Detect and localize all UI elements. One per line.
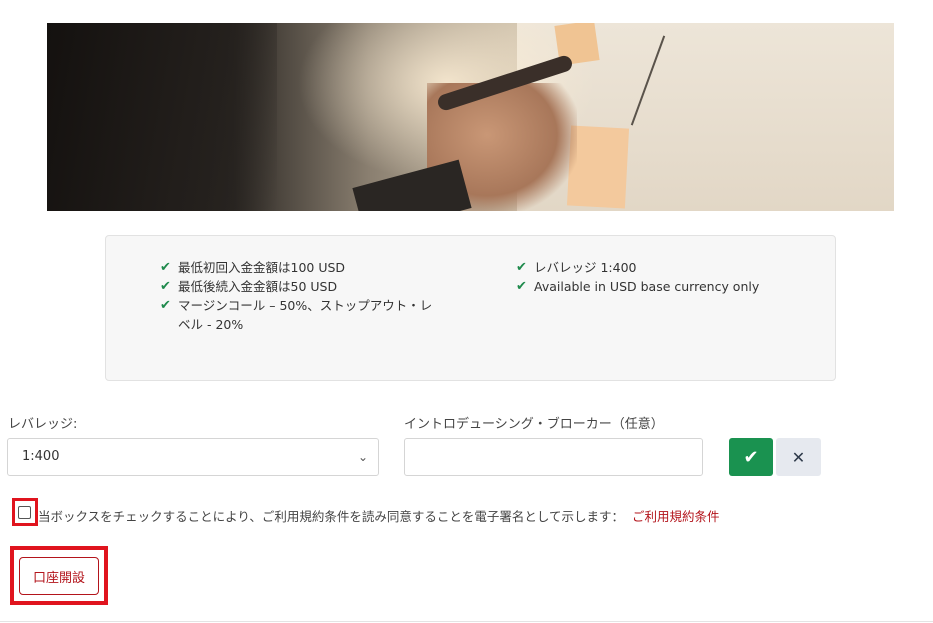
feature-item: ✔ Available in USD base currency only bbox=[516, 279, 760, 294]
feature-item: ✔ 最低後続入金金額は50 USD bbox=[160, 279, 338, 294]
agreement-text: 当ボックスをチェックすることにより、ご利用規約条件を読み同意することを電子署名と… bbox=[38, 509, 720, 524]
check-icon: ✔ bbox=[516, 260, 527, 275]
feature-item: ✔ レバレッジ 1:400 bbox=[516, 260, 637, 275]
check-icon: ✔ bbox=[743, 446, 759, 468]
features-right: ✔ レバレッジ 1:400 ✔ Available in USD base cu… bbox=[516, 258, 816, 296]
close-icon: ✕ bbox=[791, 447, 806, 467]
leverage-select[interactable]: 1:400 ⌄ bbox=[7, 438, 379, 476]
introducing-broker-input[interactable] bbox=[404, 438, 703, 476]
features-left: ✔ 最低初回入金金額は100 USD ✔ 最低後続入金金額は50 USD ✔ マ… bbox=[160, 258, 440, 334]
account-features-box: ✔ 最低初回入金金額は100 USD ✔ 最低後続入金金額は50 USD ✔ マ… bbox=[105, 235, 836, 381]
confirm-button[interactable]: ✔ bbox=[729, 438, 773, 476]
cancel-button[interactable]: ✕ bbox=[776, 438, 821, 476]
hero-banner-image bbox=[47, 23, 894, 211]
terms-agreement-checkbox[interactable] bbox=[18, 506, 31, 519]
leverage-label: レバレッジ: bbox=[8, 417, 78, 432]
feature-item: ✔ 最低初回入金金額は100 USD bbox=[160, 260, 346, 275]
check-icon: ✔ bbox=[160, 279, 171, 294]
check-icon: ✔ bbox=[160, 298, 171, 313]
feature-item: ✔ マージンコール – 50%、ストップアウト・レベル - 20% bbox=[160, 298, 433, 332]
open-account-button[interactable]: 口座開設 bbox=[19, 557, 99, 595]
introducing-broker-label: イントロデューシング・ブローカー（任意） bbox=[404, 417, 664, 432]
check-icon: ✔ bbox=[160, 260, 171, 275]
chevron-down-icon: ⌄ bbox=[357, 450, 368, 464]
divider bbox=[0, 621, 933, 622]
terms-link[interactable]: ご利用規約条件 bbox=[632, 509, 720, 524]
leverage-select-value: 1:400 bbox=[22, 449, 60, 464]
check-icon: ✔ bbox=[516, 279, 527, 294]
